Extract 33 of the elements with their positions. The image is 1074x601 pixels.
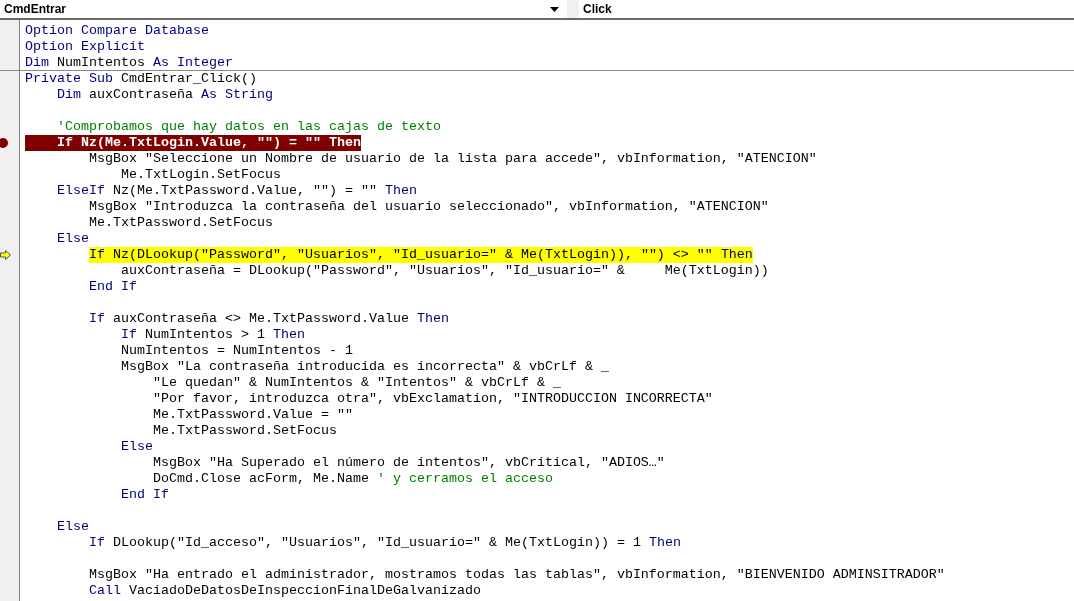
code-line: Me.TxtPassword.SetFocus bbox=[89, 215, 273, 231]
code-line: Dim NumIntentos As Integer bbox=[25, 55, 233, 71]
object-dropdown[interactable]: CmdEntrar bbox=[0, 0, 567, 18]
code-line: MsgBox "Ha Superado el número de intentos", vbCritical, "ADIOS…" bbox=[153, 455, 665, 471]
code-line: MsgBox "Ha entrado el administrador, mostramos todas las tablas", vbInformation, "BIENVENIDO ADMINSITRADOR" bbox=[89, 567, 945, 583]
caret-icon bbox=[550, 6, 559, 12]
code-line: MsgBox "La contraseña introducida es incorrecta" & vbCrLf & _ bbox=[121, 359, 609, 375]
procedure-dropdown[interactable]: Click bbox=[579, 0, 1074, 18]
code-line: auxContraseña = DLookup("Password", "Usuarios", "Id_usuario=" & Me(TxtLogin)) bbox=[121, 263, 769, 279]
code-line: "Le quedan" & NumIntentos & "Intentos" & vbCrLf & _ bbox=[153, 375, 561, 391]
code-line: Dim auxContraseña As String bbox=[57, 87, 273, 103]
code-line: Else bbox=[121, 439, 153, 455]
code-line: If DLookup("Id_acceso", "Usuarios", "Id_usuario=" & Me(TxtLogin)) = 1 Then bbox=[89, 535, 681, 551]
code-line: Else bbox=[57, 519, 89, 535]
code-line: Option Explicit bbox=[25, 39, 145, 55]
code-line: Me.TxtPassword.Value = "" bbox=[153, 407, 353, 423]
code-line: If NumIntentos > 1 Then bbox=[121, 327, 305, 343]
code-line: Else bbox=[57, 231, 89, 247]
code-line: Me.TxtLogin.SetFocus bbox=[121, 167, 281, 183]
code-line: NumIntentos = NumIntentos - 1 bbox=[121, 343, 353, 359]
code-line: Private Sub CmdEntrar_Click() bbox=[25, 71, 257, 87]
code-line: Me.TxtPassword.SetFocus bbox=[153, 423, 337, 439]
code-line: MsgBox "Introduzca la contraseña del usuario seleccionado", vbInformation, "ATENCION" bbox=[89, 199, 769, 215]
code-line: 'Comprobamos que hay datos en las cajas de texto bbox=[57, 119, 441, 135]
code-line: ElseIf Nz(Me.TxtPassword.Value, "") = "" Then bbox=[57, 183, 417, 199]
code-line: If auxContraseña <> Me.TxtPassword.Value Then bbox=[89, 311, 449, 327]
code-line: DoCmd.Close acForm, Me.Name ' y cerramos el acceso bbox=[153, 471, 553, 487]
code-line: End If bbox=[89, 279, 137, 295]
code-line: Call VaciadoDeDatosDeInspeccionFinalDeGalvanizado bbox=[89, 583, 481, 599]
code-line: End If bbox=[121, 487, 169, 503]
code-line: "Por favor, introduzca otra", vbExclamation, "INTRODUCCION INCORRECTA" bbox=[153, 391, 713, 407]
code-line: MsgBox "Seleccione un Nombre de usuario de la lista para accede", vbInformation, "ATENCION" bbox=[89, 151, 817, 167]
code-line: Option Compare Database bbox=[25, 23, 209, 39]
